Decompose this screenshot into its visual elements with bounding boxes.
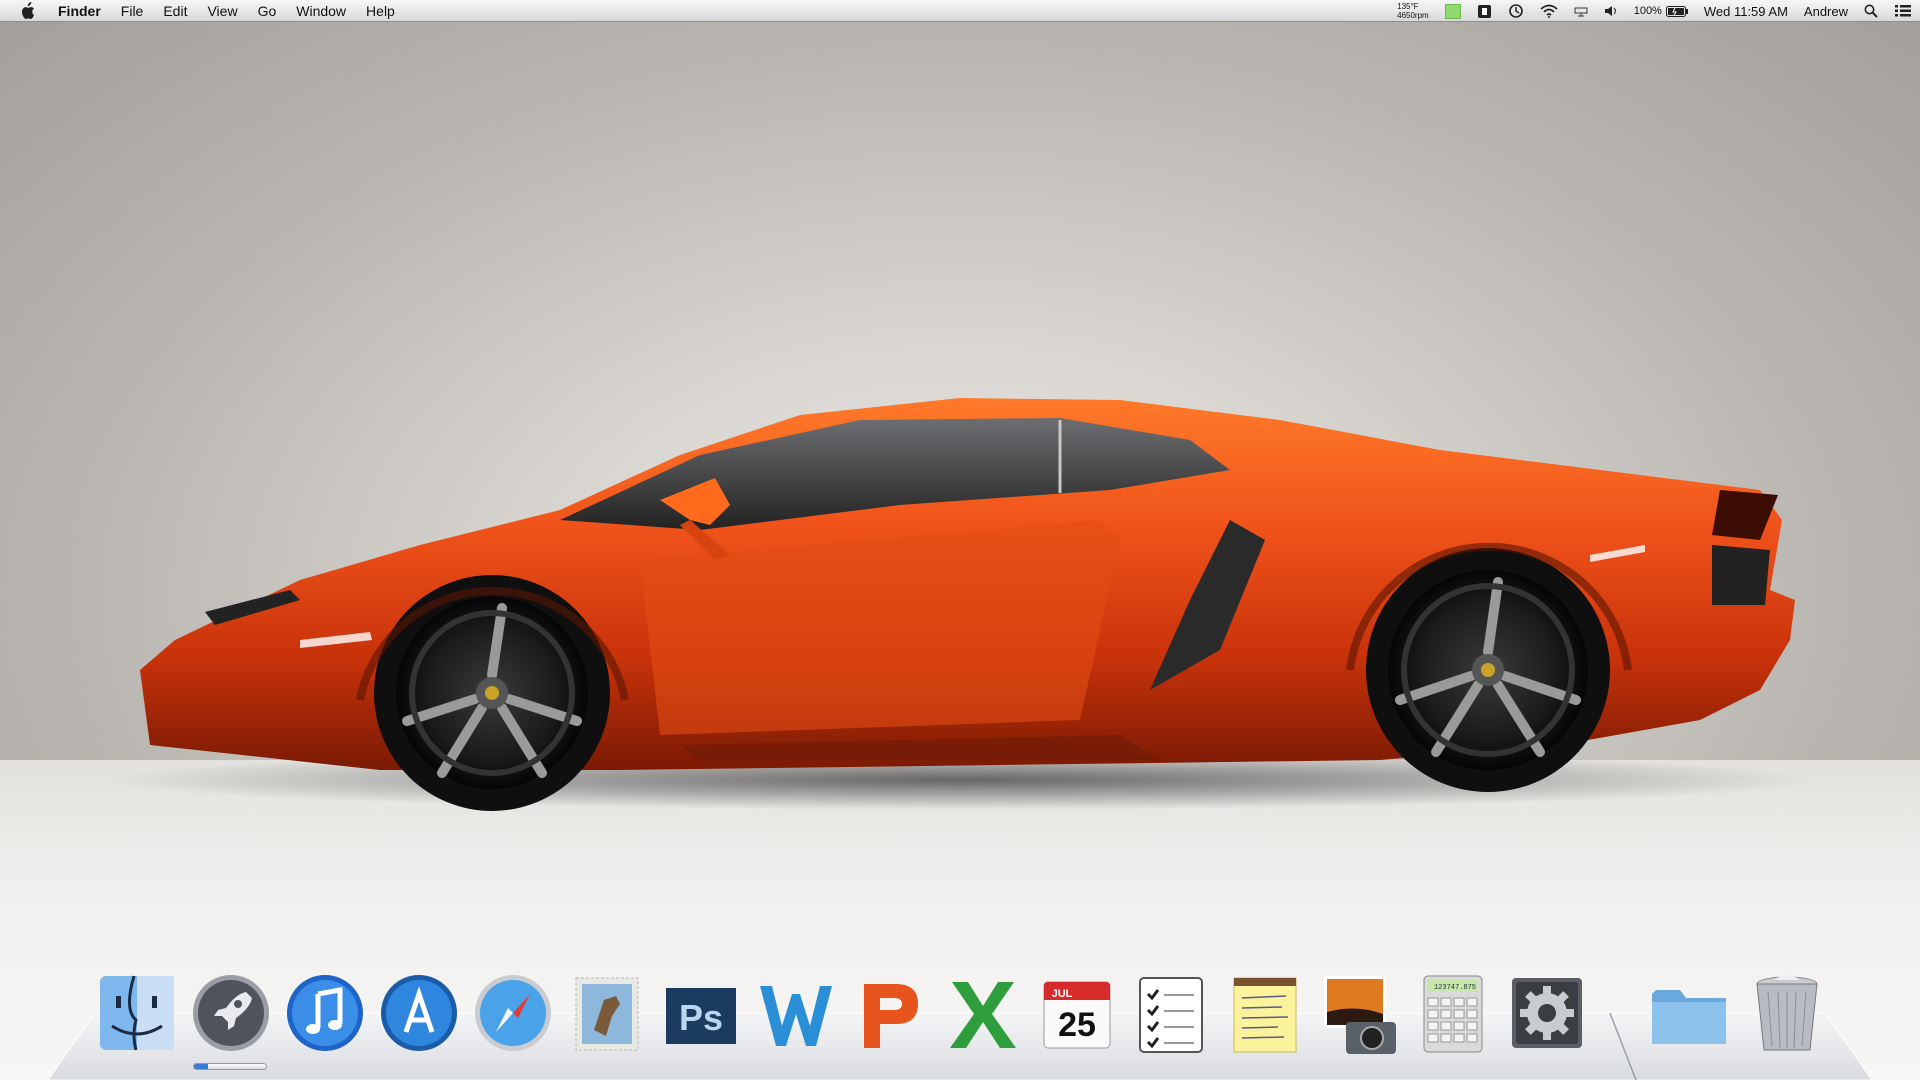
ps-icon: Ps xyxy=(666,988,736,1044)
calculator-display: 123747.875 xyxy=(1434,984,1476,992)
dock-excel[interactable] xyxy=(940,970,1026,1056)
dock-itunes[interactable] xyxy=(282,970,368,1056)
dock-reminders[interactable] xyxy=(1128,970,1214,1056)
menu-window[interactable]: Window xyxy=(286,0,356,22)
trash-icon xyxy=(1756,975,1818,1051)
menu-clock[interactable]: Wed 11:59 AM xyxy=(1704,4,1788,19)
dock-app-store[interactable] xyxy=(376,970,462,1056)
photo-camera-icon xyxy=(1324,976,1396,1054)
notification-center-icon[interactable] xyxy=(1894,4,1912,18)
dock-word[interactable] xyxy=(752,970,838,1056)
menu-file[interactable]: File xyxy=(111,0,154,22)
dock-documents-folder[interactable] xyxy=(1646,970,1732,1056)
fan-speed-readout: 4650rpm xyxy=(1397,11,1429,20)
battery-percentage: 100% xyxy=(1633,5,1662,17)
calendar-day: 25 xyxy=(1058,1006,1096,1044)
dock-iphoto[interactable] xyxy=(1316,970,1402,1056)
menu-go[interactable]: Go xyxy=(248,0,287,22)
battery-icon xyxy=(1665,5,1688,17)
activity-monitor-icon[interactable] xyxy=(1444,3,1461,19)
script-menu-icon[interactable] xyxy=(1477,4,1492,19)
spotlight-search-icon[interactable] xyxy=(1864,4,1878,18)
stamp-icon xyxy=(575,977,639,1051)
dock-photoshop[interactable]: Ps xyxy=(658,970,744,1056)
calculator-icon: 123747.875 xyxy=(1423,975,1483,1053)
gear-icon xyxy=(1512,978,1582,1048)
menu-help[interactable]: Help xyxy=(356,0,405,22)
folder-icon xyxy=(1652,990,1726,1044)
temperature-monitor[interactable]: 135°F 4650rpm xyxy=(1397,2,1429,20)
menu-edit[interactable]: Edit xyxy=(153,0,197,22)
dock-mail[interactable] xyxy=(564,970,650,1056)
checklist-icon xyxy=(1139,977,1203,1053)
temperature-readout: 135°F xyxy=(1397,2,1419,11)
launch-progress-bar xyxy=(193,1063,267,1070)
p-icon xyxy=(864,984,918,1048)
dock-trash[interactable] xyxy=(1744,970,1830,1056)
calendar-icon: JUL 25 xyxy=(1043,981,1111,1049)
app-store-icon xyxy=(381,975,457,1051)
x-icon xyxy=(950,982,1016,1048)
w-icon xyxy=(760,986,832,1046)
volume-icon[interactable] xyxy=(1604,5,1618,17)
rocket-icon xyxy=(193,975,269,1051)
dock-powerpoint[interactable] xyxy=(846,970,932,1056)
dock-launchpad[interactable] xyxy=(188,970,274,1056)
menu-app-name[interactable]: Finder xyxy=(54,0,111,22)
status-area: 135°F 4650rpm 100% Wed 11:59 AM Andrew xyxy=(1389,0,1920,22)
menu-view[interactable]: View xyxy=(197,0,247,22)
dock-calculator[interactable]: 123747.875 xyxy=(1410,970,1496,1056)
time-machine-icon[interactable] xyxy=(1508,3,1524,19)
music-note-icon xyxy=(287,975,363,1051)
dock-notes[interactable] xyxy=(1222,970,1308,1056)
display-mirroring-icon[interactable] xyxy=(1574,5,1588,17)
compass-icon xyxy=(475,975,551,1051)
battery-status[interactable]: 100% xyxy=(1634,5,1688,17)
dock-safari[interactable] xyxy=(470,970,556,1056)
apple-menu-icon[interactable] xyxy=(16,0,38,22)
calendar-month: JUL xyxy=(1052,988,1073,1000)
dock-finder[interactable] xyxy=(94,970,180,1056)
finder-icon xyxy=(100,975,174,1051)
notepad-icon xyxy=(1233,977,1297,1053)
menu-bar: Finder File Edit View Go Window Help 135… xyxy=(0,0,1920,22)
dock-ical[interactable]: JUL 25 xyxy=(1034,970,1120,1056)
svg-text:Ps: Ps xyxy=(679,997,723,1038)
dock-system-preferences[interactable] xyxy=(1504,970,1590,1056)
user-menu[interactable]: Andrew xyxy=(1804,4,1848,19)
wallpaper-car xyxy=(100,398,1820,811)
wifi-icon[interactable] xyxy=(1540,4,1558,18)
